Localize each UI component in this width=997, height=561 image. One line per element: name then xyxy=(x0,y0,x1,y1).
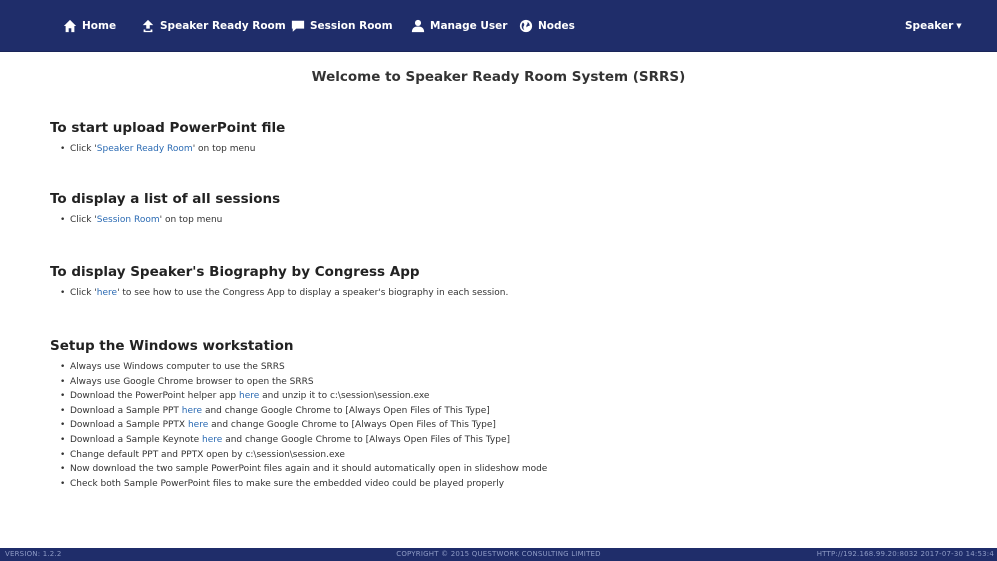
upload-icon xyxy=(142,19,154,33)
item-text: Download the PowerPoint helper app xyxy=(70,391,240,402)
list-item: Now download the two sample PowerPoint f… xyxy=(60,462,950,477)
section-sessions: To display a list of all sessions Click … xyxy=(50,191,950,228)
item-text: Download a Sample PPT xyxy=(70,405,182,416)
user-menu-dropdown[interactable]: Speaker ▼ xyxy=(905,0,962,52)
nav-nodes-label: Nodes xyxy=(538,20,575,32)
nav-manage-user[interactable]: Manage User xyxy=(411,0,507,52)
sample-ppt-download-link[interactable]: here xyxy=(182,406,202,416)
nav-session-room-label: Session Room xyxy=(310,20,393,32)
list-item: Click 'Session Room' on top menu xyxy=(60,213,950,228)
nav-speaker-ready-room[interactable]: Speaker Ready Room xyxy=(141,0,286,52)
list-item: Download the PowerPoint helper app here … xyxy=(60,389,950,404)
list-item: Download a Sample PPTX here and change G… xyxy=(60,418,950,433)
top-navbar: Home Speaker Ready Room Session Room Man… xyxy=(0,0,997,52)
item-text: Download a Sample Keynote xyxy=(70,434,203,445)
caret-down-icon: ▼ xyxy=(956,22,962,30)
section-setup-title: Setup the Windows workstation xyxy=(50,338,294,354)
nav-session-room[interactable]: Session Room xyxy=(291,0,393,52)
list-item: Download a Sample PPT here and change Go… xyxy=(60,404,950,419)
section-biography-list: Click 'here' to see how to use the Congr… xyxy=(50,286,950,301)
session-room-link[interactable]: Session Room xyxy=(97,215,160,225)
item-text: and unzip it to c:\session\session.exe xyxy=(259,391,430,402)
item-text: ' on top menu xyxy=(192,144,256,154)
nav-manage-user-label: Manage User xyxy=(430,20,508,32)
list-item: Always use Google Chrome browser to open… xyxy=(60,375,950,390)
nav-home[interactable]: Home xyxy=(63,0,116,52)
list-item: Click 'here' to see how to use the Congr… xyxy=(60,286,950,301)
footer-bar: VERSION: 1.2.2 COPYRIGHT © 2015 QUESTWOR… xyxy=(0,548,997,561)
item-text: ' to see how to use the Congress App to … xyxy=(117,288,509,298)
section-upload-title: To start upload PowerPoint file xyxy=(50,120,286,136)
list-item: Check both Sample PowerPoint files to ma… xyxy=(60,477,950,492)
home-icon xyxy=(63,19,77,33)
item-text: and change Google Chrome to [Always Open… xyxy=(202,405,490,416)
item-text: Download a Sample PPTX xyxy=(70,420,188,431)
comment-icon xyxy=(291,20,305,32)
item-text: Click ' xyxy=(70,144,97,154)
speaker-ready-room-link[interactable]: Speaker Ready Room xyxy=(97,144,193,154)
section-setup: Setup the Windows workstation Always use… xyxy=(50,338,950,491)
user-menu-label: Speaker xyxy=(905,20,954,32)
item-text: Click ' xyxy=(70,215,97,225)
list-item: Click 'Speaker Ready Room' on top menu xyxy=(60,142,950,157)
globe-icon xyxy=(519,19,533,33)
congress-app-help-link[interactable]: here xyxy=(97,288,117,298)
section-sessions-list: Click 'Session Room' on top menu xyxy=(50,213,950,228)
sample-pptx-download-link[interactable]: here xyxy=(188,420,208,430)
section-sessions-title: To display a list of all sessions xyxy=(50,191,281,207)
section-upload-list: Click 'Speaker Ready Room' on top menu xyxy=(50,142,950,157)
list-item: Download a Sample Keynote here and chang… xyxy=(60,433,950,448)
section-biography-title: To display Speaker's Biography by Congre… xyxy=(50,264,420,280)
item-text: and change Google Chrome to [Always Open… xyxy=(222,434,511,445)
welcome-heading: Welcome to Speaker Ready Room System (SR… xyxy=(311,69,686,85)
section-upload: To start upload PowerPoint file Click 'S… xyxy=(50,120,950,157)
section-setup-list: Always use Windows computer to use the S… xyxy=(50,360,950,491)
footer-url-timestamp: HTTP://192.168.99.20:8032 2017-07-30 14:… xyxy=(816,550,994,558)
item-text: ' on top menu xyxy=(159,215,223,225)
helper-app-download-link[interactable]: here xyxy=(239,391,259,401)
nav-speaker-ready-room-label: Speaker Ready Room xyxy=(160,20,286,32)
user-icon xyxy=(411,19,425,33)
nav-home-label: Home xyxy=(82,20,117,32)
nav-nodes[interactable]: Nodes xyxy=(519,0,575,52)
item-text: Click ' xyxy=(70,288,97,298)
section-biography: To display Speaker's Biography by Congre… xyxy=(50,264,950,301)
item-text: and change Google Chrome to [Always Open… xyxy=(208,420,496,431)
list-item: Change default PPT and PPTX open by c:\s… xyxy=(60,448,950,463)
sample-keynote-download-link[interactable]: here xyxy=(202,435,222,445)
list-item: Always use Windows computer to use the S… xyxy=(60,360,950,375)
